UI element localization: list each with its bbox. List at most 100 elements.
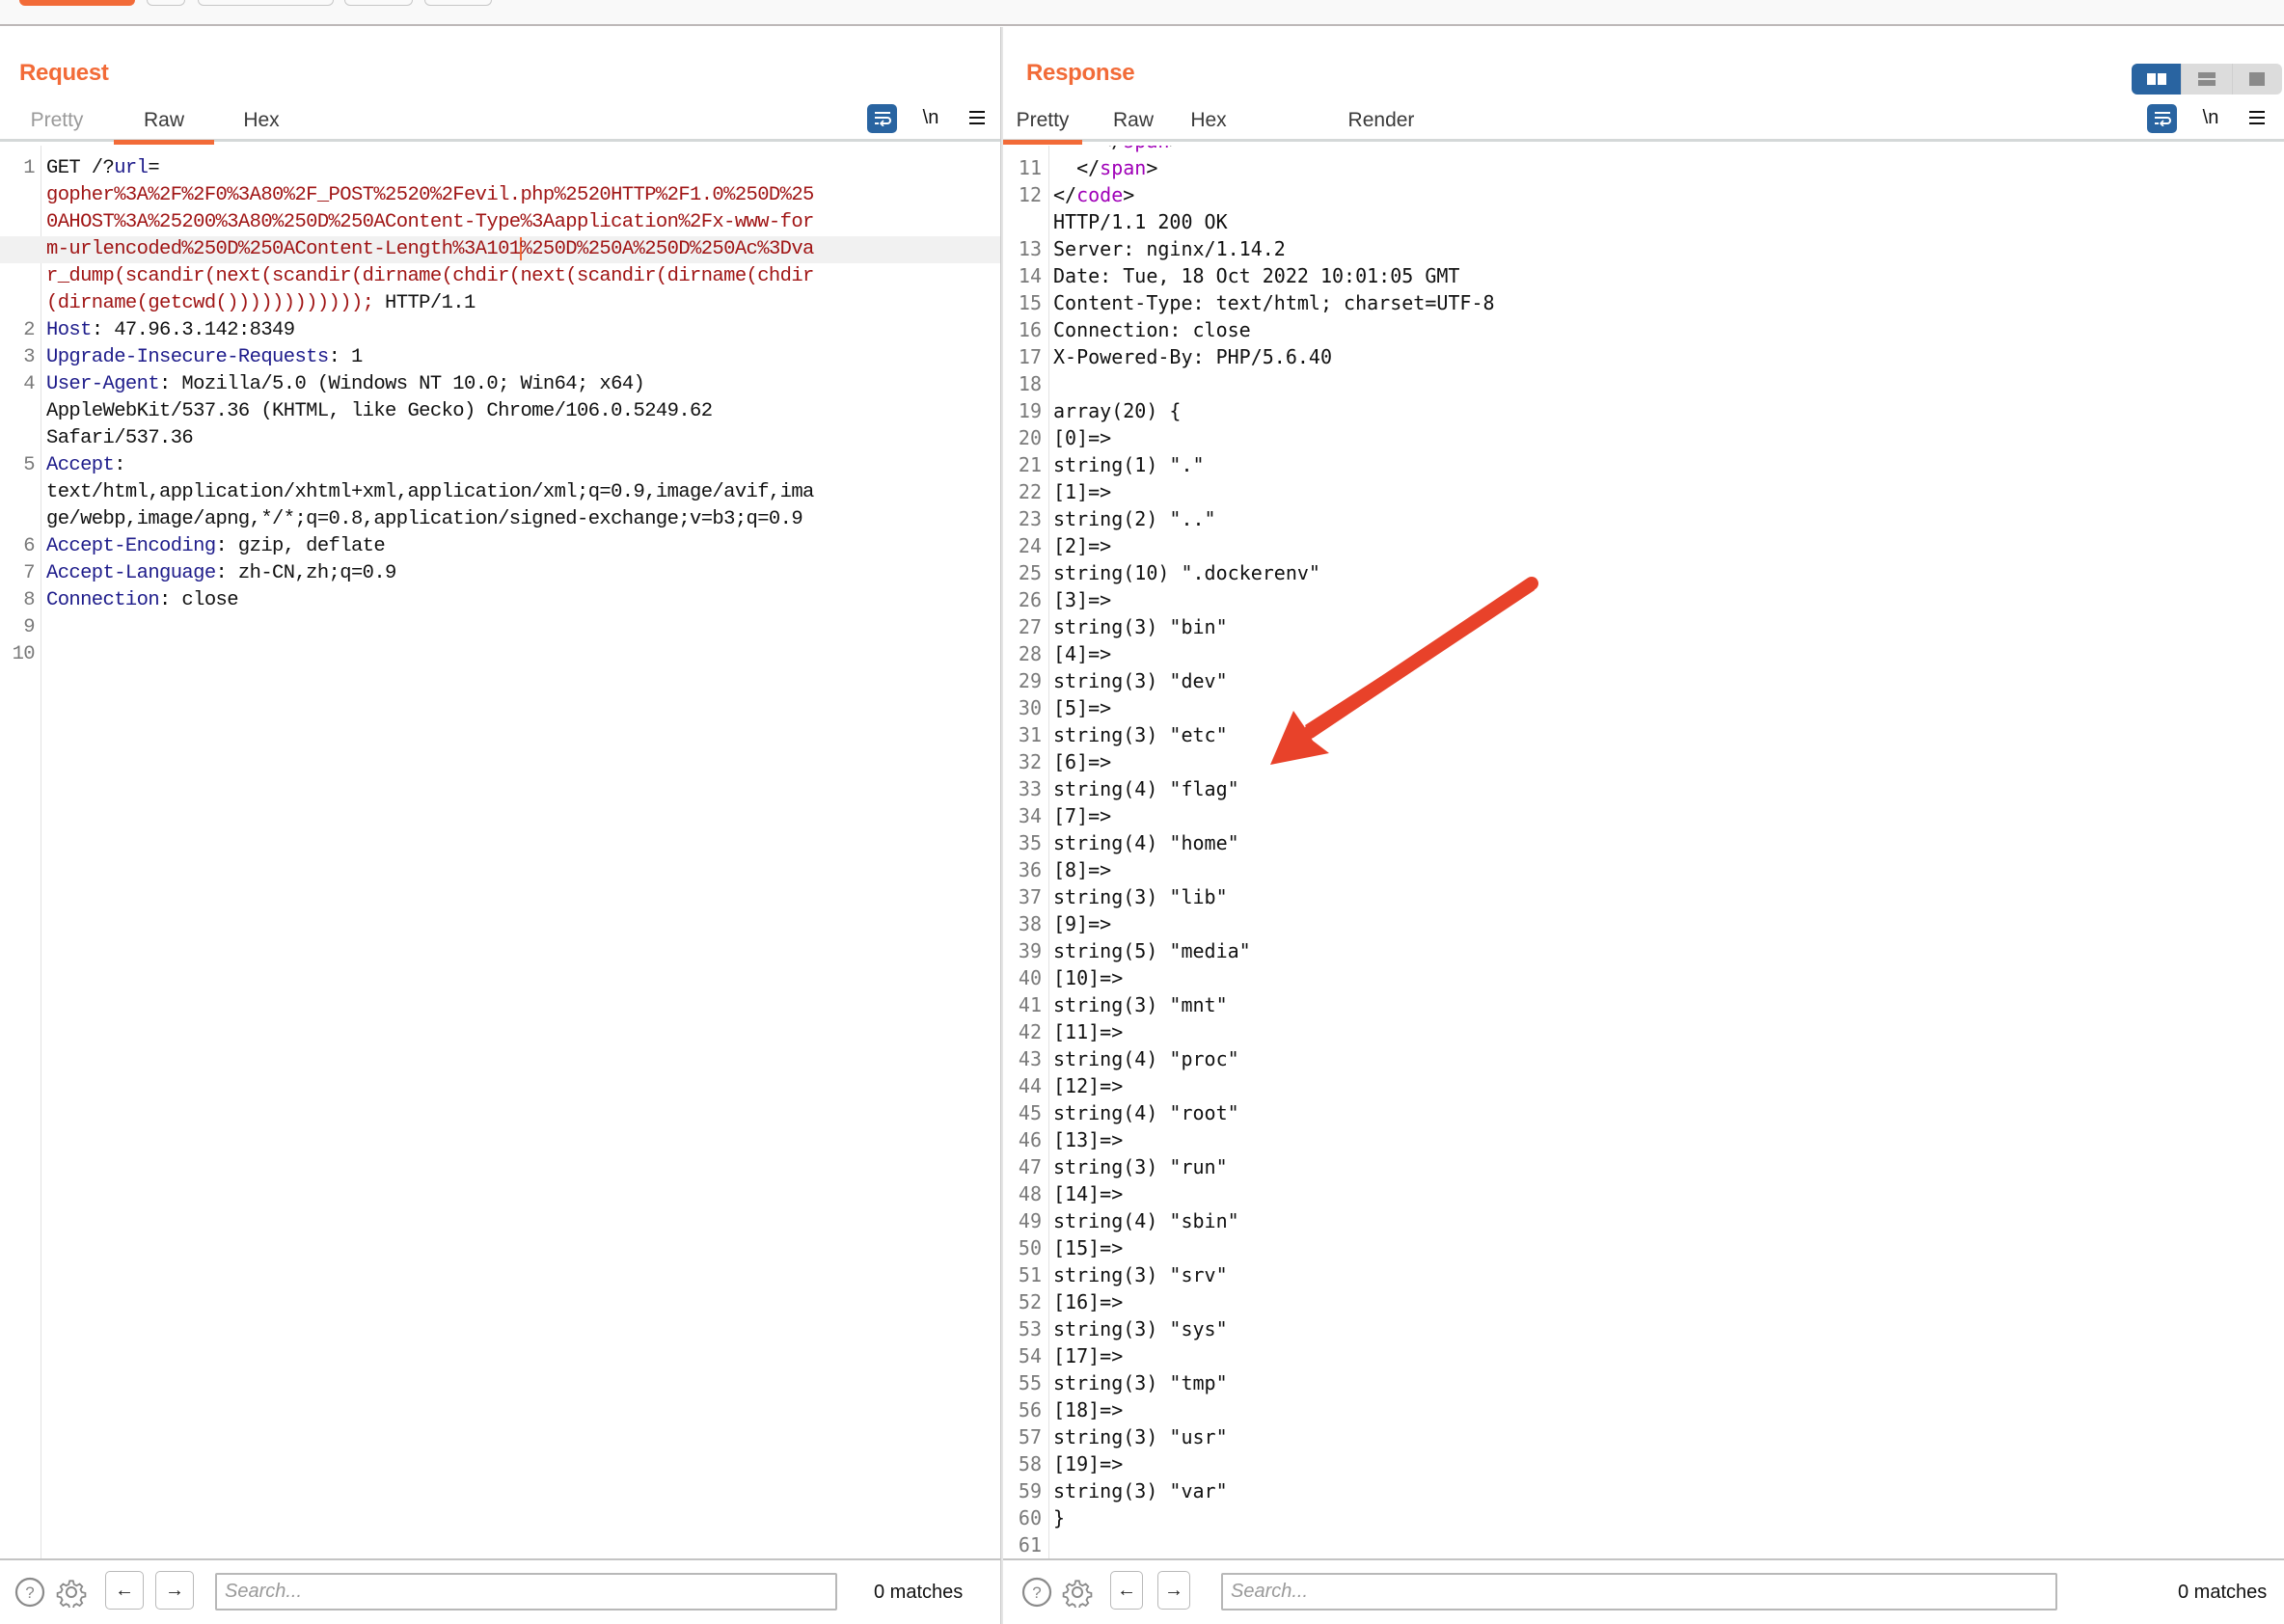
response-editor[interactable]: </span>11 </span>12</code>HTTP/1.1 200 O…: [1003, 146, 2284, 1558]
top-toolbar: [0, 0, 2284, 26]
line-text: string(4) "sbin": [1053, 1207, 1239, 1234]
split-vertical-view-button[interactable]: [2182, 64, 2233, 95]
line-number: 30: [1018, 696, 1042, 719]
code-line: 33 string(4) "flag": [1003, 775, 2284, 802]
tab-pretty[interactable]: Pretty: [17, 104, 96, 142]
wrap-lines-icon[interactable]: [2147, 104, 2177, 133]
line-text: [19]=>: [1053, 1450, 1123, 1477]
code-line: 61: [1003, 1531, 2284, 1558]
settings-gear-icon[interactable]: [1061, 1576, 1094, 1609]
request-editor[interactable]: 1 GET /?url= gopher%3A%2F%2F0%3A80%2F_POST…: [0, 146, 1000, 1558]
code-line: 56 [18]=>: [1003, 1396, 2284, 1423]
tab-render[interactable]: Render: [1335, 104, 1428, 142]
text-segment: [12]=>: [1053, 1074, 1124, 1097]
header-name: User-Agent: [46, 373, 160, 395]
code-line: 26 [3]=>: [1003, 586, 2284, 613]
help-icon[interactable]: ?: [14, 1576, 46, 1609]
line-text: [2]=>: [1053, 532, 1111, 559]
tab-pretty[interactable]: Pretty: [1003, 104, 1082, 145]
line-text: Upgrade-Insecure-Requests: 1: [46, 344, 363, 371]
toolbar-button-4[interactable]: [344, 0, 413, 6]
hamburger-menu-icon[interactable]: [2242, 102, 2272, 133]
previous-match-button[interactable]: ←: [105, 1571, 144, 1610]
toolbar-button-5[interactable]: [424, 0, 492, 6]
text-segment: string(10) ".dockerenv": [1053, 561, 1320, 584]
line-number: 55: [1018, 1371, 1042, 1394]
request-search-input[interactable]: [215, 1573, 837, 1610]
line-number: 29: [1018, 669, 1042, 692]
newline-toggle[interactable]: \n: [2195, 102, 2226, 133]
html-tag: span: [1100, 156, 1147, 179]
line-text: gopher%3A%2F%2F0%3A80%2F_POST%2520%2Fevi…: [46, 182, 814, 209]
tab-hex[interactable]: Hex: [1175, 104, 1242, 142]
line-text: string(5) "media": [1053, 937, 1251, 964]
line-number: 46: [1018, 1128, 1042, 1151]
code-line: 46 [13]=>: [1003, 1126, 2284, 1153]
tab-hex[interactable]: Hex: [228, 104, 295, 142]
code-line: 51 string(3) "srv": [1003, 1261, 2284, 1288]
code-line: 31 string(3) "etc": [1003, 721, 2284, 748]
url-value: %250D%250A%250D%250Ac%3Dva: [520, 238, 815, 260]
text-segment: Content-Type: text/html; charset=UTF-8: [1053, 291, 1495, 314]
text-segment: [17]=>: [1053, 1344, 1124, 1367]
wrap-lines-icon[interactable]: [867, 104, 897, 133]
send-button[interactable]: [19, 0, 135, 6]
code-line: 18: [1003, 370, 2284, 397]
tab-raw[interactable]: Raw: [114, 104, 214, 145]
line-number: 35: [1018, 831, 1042, 854]
line-number: 50: [1018, 1236, 1042, 1259]
text-segment: string(3) "bin": [1053, 615, 1228, 638]
header-name: Accept-Language: [46, 562, 216, 584]
line-text: X-Powered-By: PHP/5.6.40: [1053, 343, 1332, 370]
text-segment: [2]=>: [1053, 534, 1112, 557]
code-line: text/html,application/xhtml+xml,applicat…: [0, 479, 1000, 506]
line-number: 41: [1018, 993, 1042, 1016]
line-number: 4: [23, 373, 35, 395]
hamburger-menu-icon[interactable]: [962, 102, 992, 133]
line-number: 20: [1018, 426, 1042, 449]
code-line: 36 [8]=>: [1003, 856, 2284, 883]
line-text: GET /?url=: [46, 155, 160, 182]
code-line: 2 Host: 47.96.3.142:8349: [0, 317, 1000, 344]
split-horizontal-view-button[interactable]: [2132, 64, 2183, 95]
line-text: [3]=>: [1053, 586, 1111, 613]
next-match-button[interactable]: →: [155, 1571, 194, 1610]
header-name: Connection: [46, 589, 160, 611]
settings-gear-icon[interactable]: [55, 1576, 88, 1609]
text-segment: Connection: close: [1053, 318, 1251, 341]
previous-match-button[interactable]: ←: [1110, 1571, 1143, 1610]
text-segment: [3]=>: [1053, 588, 1112, 611]
line-number: 58: [1018, 1452, 1042, 1475]
text-segment: [0]=>: [1053, 426, 1112, 449]
text-segment: [13]=>: [1053, 1128, 1124, 1151]
line-text: [11]=>: [1053, 1018, 1123, 1045]
text-segment: string(3) "dev": [1053, 669, 1228, 692]
text-segment: [10]=>: [1053, 966, 1124, 989]
next-match-button[interactable]: →: [1157, 1571, 1190, 1610]
code-line: 54 [17]=>: [1003, 1342, 2284, 1369]
line-number: 3: [23, 346, 35, 368]
newline-toggle[interactable]: \n: [915, 102, 946, 133]
tab-raw[interactable]: Raw: [1100, 104, 1167, 142]
code-line: 37 string(3) "lib": [1003, 883, 2284, 910]
code-line: 27 string(3) "bin": [1003, 613, 2284, 640]
line-text: Server: nginx/1.14.2: [1053, 235, 1286, 262]
line-text: [6]=>: [1053, 748, 1111, 775]
text-segment: [16]=>: [1053, 1290, 1124, 1313]
code-line: HTTP/1.1 200 OK: [1003, 208, 2284, 235]
response-search-input[interactable]: [1221, 1573, 2057, 1610]
rows-icon: [2197, 72, 2216, 86]
help-icon[interactable]: ?: [1020, 1576, 1053, 1609]
toolbar-button-3[interactable]: [198, 0, 334, 6]
cancel-button[interactable]: [147, 0, 185, 6]
line-text: Accept-Language: zh-CN,zh;q=0.9: [46, 560, 396, 587]
line-number: 43: [1018, 1047, 1042, 1070]
single-view-button[interactable]: [2233, 64, 2282, 95]
code-line: 53 string(3) "sys": [1003, 1315, 2284, 1342]
line-text: string(4) "proc": [1053, 1045, 1239, 1072]
url-value: gopher%3A%2F%2F0%3A80%2F_POST%2520%2Fevi…: [46, 184, 814, 206]
line-text: [10]=>: [1053, 964, 1123, 991]
code-line: 50 [15]=>: [1003, 1234, 2284, 1261]
code-line: 43 string(4) "proc": [1003, 1045, 2284, 1072]
text-segment: string(4) "root": [1053, 1101, 1239, 1124]
